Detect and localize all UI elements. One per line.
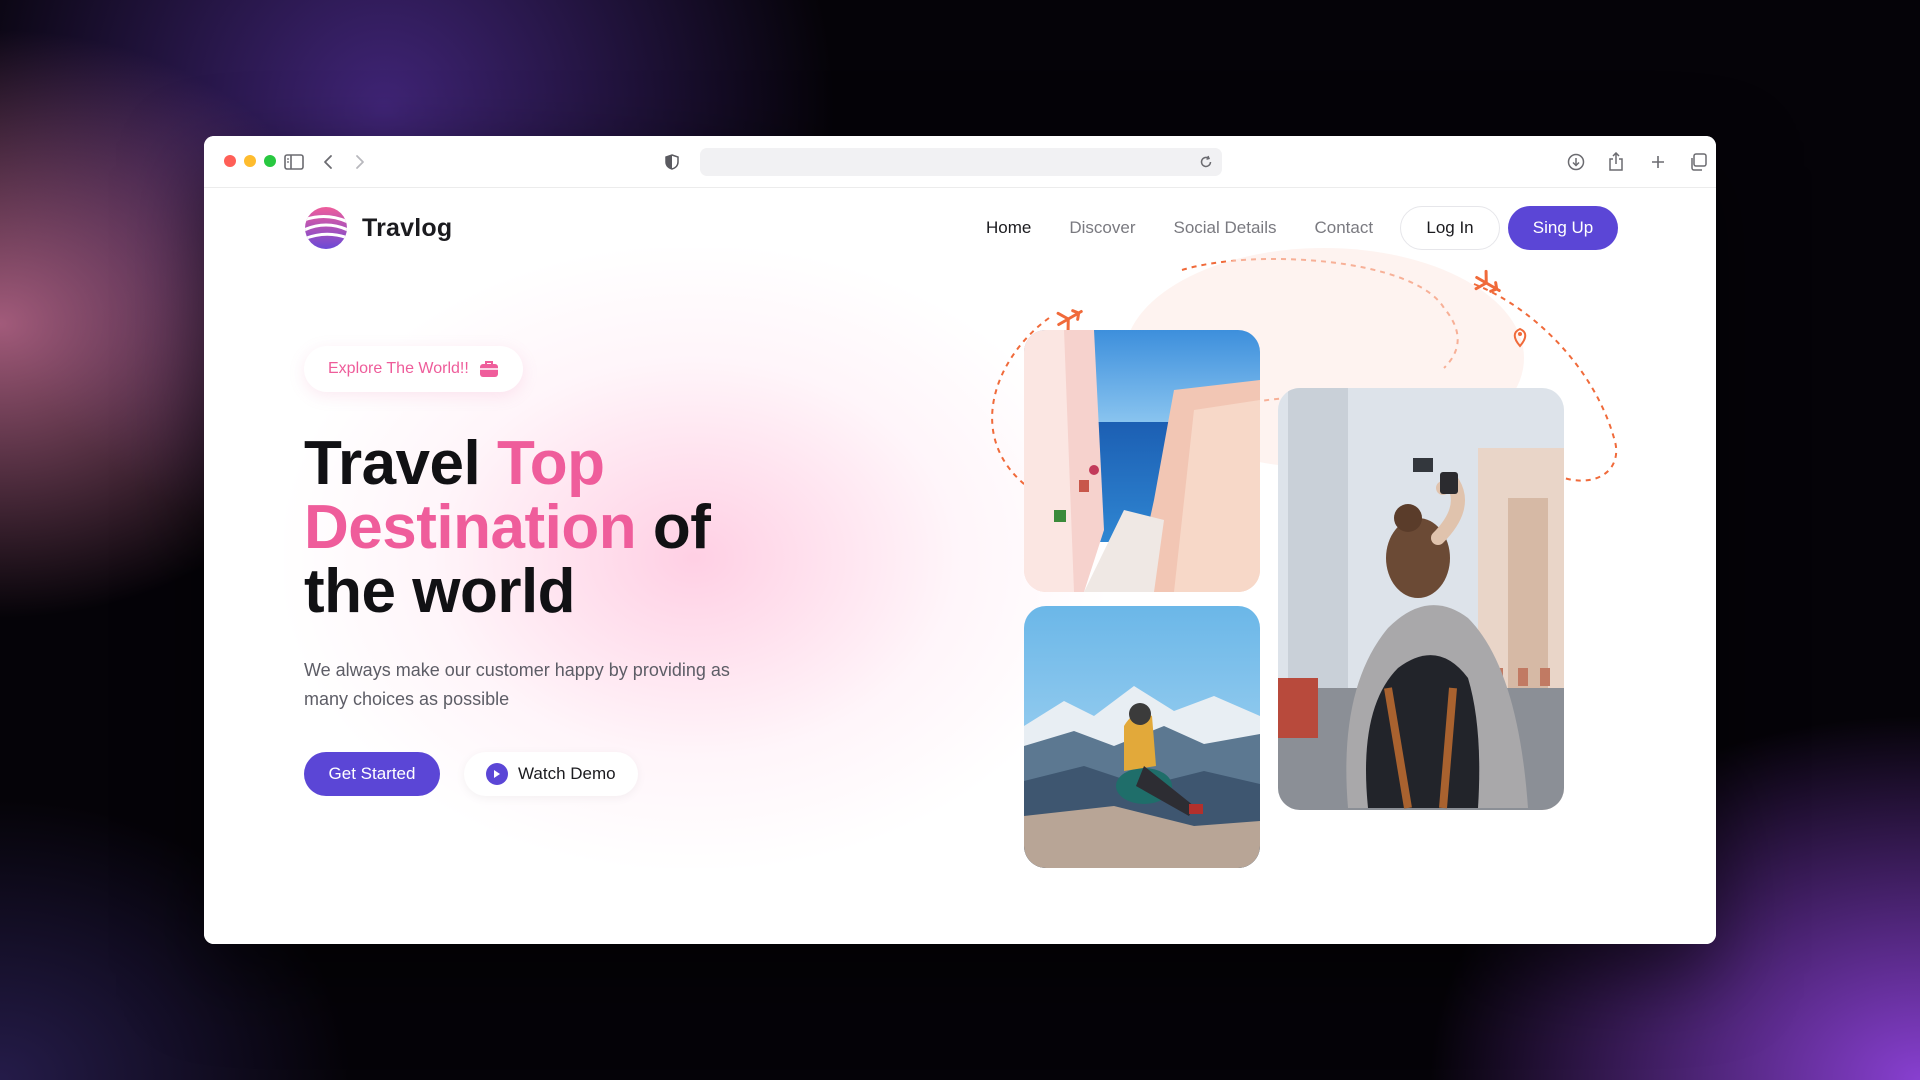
hero-subtitle: We always make our customer happy by pro…	[304, 660, 730, 709]
get-started-button[interactable]: Get Started	[304, 752, 440, 796]
hero-title-highlight: Top	[496, 429, 605, 498]
airplane-icon	[1474, 269, 1501, 293]
destination-photo-city	[1278, 388, 1564, 810]
signup-button[interactable]: Sing Up	[1508, 206, 1618, 250]
hero-title-word: Travel	[304, 429, 481, 498]
minimize-window-button[interactable]	[244, 155, 256, 167]
explore-badge-text: Explore The World!!	[328, 360, 469, 377]
maximize-window-button[interactable]	[264, 155, 276, 167]
download-icon[interactable]	[1564, 150, 1588, 174]
browser-toolbar	[204, 136, 1716, 188]
brand-name: Travlog	[362, 213, 453, 242]
play-icon	[486, 763, 508, 785]
hero-title-word: of	[652, 493, 711, 562]
reload-icon[interactable]	[1196, 152, 1216, 172]
hero-title-highlight: Destination	[304, 493, 637, 562]
suitcase-icon	[479, 361, 498, 377]
nav-discover[interactable]: Discover	[1069, 218, 1135, 238]
back-icon[interactable]	[316, 150, 340, 174]
landing-page: Travlog Home Discover Social Details Con…	[204, 188, 1716, 944]
photo-santorini-image	[1024, 330, 1260, 592]
photo-city-image	[1278, 388, 1564, 810]
login-button[interactable]: Log In	[1400, 206, 1500, 250]
tabs-icon[interactable]	[1686, 150, 1710, 174]
nav-contact[interactable]: Contact	[1314, 218, 1373, 238]
close-window-button[interactable]	[224, 155, 236, 167]
destination-photo-santorini	[1024, 330, 1260, 592]
address-bar[interactable]	[700, 148, 1222, 176]
hero-title-word: the world	[304, 557, 576, 626]
hero-title: Travel Top Destination of the world	[304, 432, 864, 624]
photo-mountain-image	[1024, 606, 1260, 868]
forward-icon[interactable]	[348, 150, 372, 174]
destination-photo-mountain	[1024, 606, 1260, 868]
shield-icon[interactable]	[660, 150, 684, 174]
share-icon[interactable]	[1604, 150, 1628, 174]
nav-home[interactable]: Home	[986, 218, 1031, 238]
nav-social-details[interactable]: Social Details	[1173, 218, 1276, 238]
main-nav: Home Discover Social Details Contact	[986, 218, 1373, 238]
watch-demo-label: Watch Demo	[518, 764, 616, 783]
sidebar-icon[interactable]	[282, 150, 306, 174]
explore-badge: Explore The World!!	[304, 346, 523, 392]
watch-demo-button[interactable]: Watch Demo	[464, 752, 638, 796]
brand-logo[interactable]: Travlog	[304, 206, 452, 250]
plus-icon[interactable]	[1646, 150, 1670, 174]
location-pin-icon	[1513, 327, 1527, 348]
logo-icon	[305, 207, 347, 249]
browser-window: Travlog Home Discover Social Details Con…	[204, 136, 1716, 944]
